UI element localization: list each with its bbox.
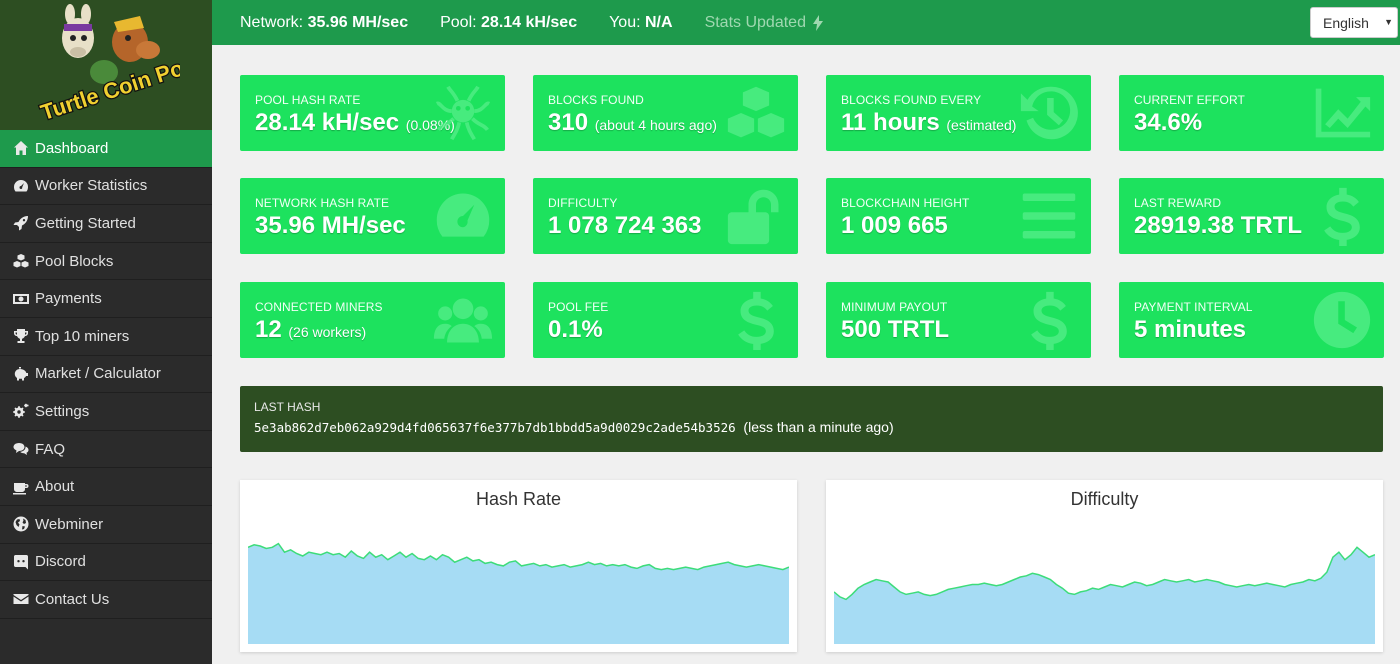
money-icon: [12, 291, 30, 307]
stats-updated-indicator: Stats Updated: [705, 14, 824, 32]
sidebar: Turtle Coin Pool Dashboard Worker Statist…: [0, 0, 212, 664]
home-icon: [12, 140, 30, 156]
bolt-icon: [812, 14, 823, 31]
sidebar-nav: Dashboard Worker Statistics Getting Starte…: [0, 130, 212, 619]
stat-card-blockchain-height: BLOCKCHAIN HEIGHT 1 009 665: [826, 178, 1091, 254]
network-value: 35.96 MH/sec: [307, 13, 409, 31]
difficulty-chart[interactable]: [834, 520, 1375, 644]
chart-area-fill: [834, 547, 1375, 644]
svg-text:Turtle Coin Pool: Turtle Coin Pool: [38, 49, 180, 125]
piggy-bank-icon: [12, 366, 30, 382]
sidebar-item-settings[interactable]: Settings: [0, 393, 212, 431]
sidebar-item-about[interactable]: About: [0, 468, 212, 506]
sidebar-item-label: Worker Statistics: [35, 177, 148, 195]
stat-card-value: 1 078 724 363: [548, 212, 702, 239]
difficulty-chart-title: Difficulty: [1070, 489, 1139, 509]
stat-card-network-hash-rate: NETWORK HASH RATE 35.96 MH/sec: [240, 178, 505, 254]
network-label: Network:: [240, 13, 304, 31]
last-hash-panel: LAST HASH 5e3ab862d7eb062a929d4fd065637f…: [240, 386, 1383, 452]
sidebar-item-label: Payments: [35, 290, 102, 308]
stat-card-value: 34.6%: [1134, 109, 1203, 136]
sidebar-item-faq[interactable]: FAQ: [0, 431, 212, 469]
turtle-coin-pool-logo: Turtle Coin Pool: [36, 4, 180, 126]
sidebar-item-label: Top 10 miners: [35, 327, 130, 345]
sidebar-item-label: About: [35, 478, 75, 496]
sidebar-item-getting-started[interactable]: Getting Started: [0, 205, 212, 243]
top-stats-bar: Network: 35.96 MH/sec Pool: 28.14 kH/sec…: [212, 0, 1400, 45]
stat-card-pool-hash-rate: POOL HASH RATE 28.14 kH/sec (0.08%): [240, 75, 505, 151]
sidebar-item-label: Market / Calculator: [35, 365, 161, 383]
comments-icon: [12, 441, 30, 457]
stat-card-value: 0.1%: [548, 316, 603, 343]
chart-area-fill: [248, 543, 789, 644]
cogs-icon: [12, 403, 30, 419]
stat-card-value: 1 009 665: [841, 212, 948, 239]
hash-rate-chart[interactable]: [248, 520, 789, 644]
sidebar-item-label: Pool Blocks: [35, 252, 114, 270]
sidebar-item-market-calculator[interactable]: Market / Calculator: [0, 356, 212, 394]
sidebar-item-label: Discord: [35, 553, 86, 571]
sidebar-item-label: Dashboard: [35, 139, 109, 157]
sidebar-item-worker-statistics[interactable]: Worker Statistics: [0, 168, 212, 206]
stat-card-value: 28919.38 TRTL: [1134, 212, 1303, 239]
coffee-icon: [12, 479, 30, 495]
sidebar-item-payments[interactable]: Payments: [0, 280, 212, 318]
stat-card-blocks-found-every: BLOCKS FOUND EVERY 11 hours (estimated): [826, 75, 1091, 151]
you-label: You:: [609, 13, 641, 31]
stat-card-minimum-payout: MINIMUM PAYOUT 500 TRTL: [826, 282, 1091, 358]
stat-card-current-effort: CURRENT EFFORT 34.6%: [1119, 75, 1384, 151]
sidebar-item-label: Contact Us: [35, 590, 110, 608]
trophy-icon: [12, 328, 30, 344]
sidebar-item-pool-blocks[interactable]: Pool Blocks: [0, 243, 212, 281]
sidebar-item-label: FAQ: [35, 440, 66, 458]
cubes-icon: [12, 253, 30, 269]
sidebar-item-discord[interactable]: Discord: [0, 544, 212, 582]
pool-hashrate-stat: Pool: 28.14 kH/sec: [440, 14, 577, 32]
tachometer-icon: [12, 178, 30, 194]
stat-card-blocks-found: BLOCKS FOUND 310 (about 4 hours ago): [533, 75, 798, 151]
network-hashrate-stat: Network: 35.96 MH/sec: [240, 14, 408, 32]
stat-card-connected-miners: CONNECTED MINERS 12 (26 workers): [240, 282, 505, 358]
pool-value: 28.14 kH/sec: [481, 13, 578, 31]
hash-rate-chart-title: Hash Rate: [475, 489, 562, 509]
last-hash-value[interactable]: 5e3ab862d7eb062a929d4fd065637f6e377b7db1…: [254, 420, 736, 435]
sidebar-item-label: Getting Started: [35, 214, 136, 232]
envelope-icon: [12, 591, 30, 607]
last-hash-time: (less than a minute ago): [743, 419, 894, 435]
stat-card-payment-interval: PAYMENT INTERVAL 5 minutes: [1119, 282, 1384, 358]
sidebar-item-label: Webminer: [35, 515, 104, 533]
stat-card-value: 500 TRTL: [841, 316, 950, 343]
pool-label: Pool:: [440, 13, 477, 31]
sidebar-item-dashboard[interactable]: Dashboard: [0, 130, 212, 168]
stat-card-subvalue: (26 workers): [288, 324, 367, 340]
language-selected: English: [1323, 14, 1369, 31]
stat-card-value: 11 hours: [841, 109, 940, 136]
stat-card-last-reward: LAST REWARD 28919.38 TRTL: [1119, 178, 1384, 254]
hash-rate-chart-panel: Hash Rate: [240, 480, 797, 652]
chevron-down-icon: ▼: [1384, 17, 1393, 27]
sidebar-item-webminer[interactable]: Webminer: [0, 506, 212, 544]
discord-icon: [12, 554, 30, 570]
stat-card-subvalue: (about 4 hours ago): [594, 117, 717, 133]
stat-card-value: 35.96 MH/sec: [255, 212, 406, 239]
rocket-icon: [12, 215, 30, 231]
sidebar-item-label: Settings: [35, 402, 90, 420]
stat-card-difficulty: DIFFICULTY 1 078 724 363: [533, 178, 798, 254]
last-hash-label: LAST HASH: [254, 400, 321, 414]
stat-card-subvalue: (estimated): [946, 117, 1017, 133]
you-value: N/A: [645, 13, 673, 31]
stats-updated-label: Stats Updated: [704, 13, 806, 31]
stat-card-value: 12: [255, 316, 282, 343]
stat-card-value: 310: [548, 109, 589, 136]
language-select[interactable]: English ▼: [1310, 7, 1398, 38]
stat-card-value: 28.14 kH/sec: [255, 109, 400, 136]
stat-card-value: 5 minutes: [1134, 316, 1247, 343]
difficulty-chart-panel: Difficulty: [826, 480, 1383, 652]
sidebar-item-contact-us[interactable]: Contact Us: [0, 581, 212, 619]
your-hashrate-stat: You: N/A: [609, 14, 672, 32]
globe-icon: [12, 516, 30, 532]
pool-logo[interactable]: Turtle Coin Pool: [0, 0, 212, 130]
sidebar-item-top-10-miners[interactable]: Top 10 miners: [0, 318, 212, 356]
stat-card-pool-fee: POOL FEE 0.1%: [533, 282, 798, 358]
